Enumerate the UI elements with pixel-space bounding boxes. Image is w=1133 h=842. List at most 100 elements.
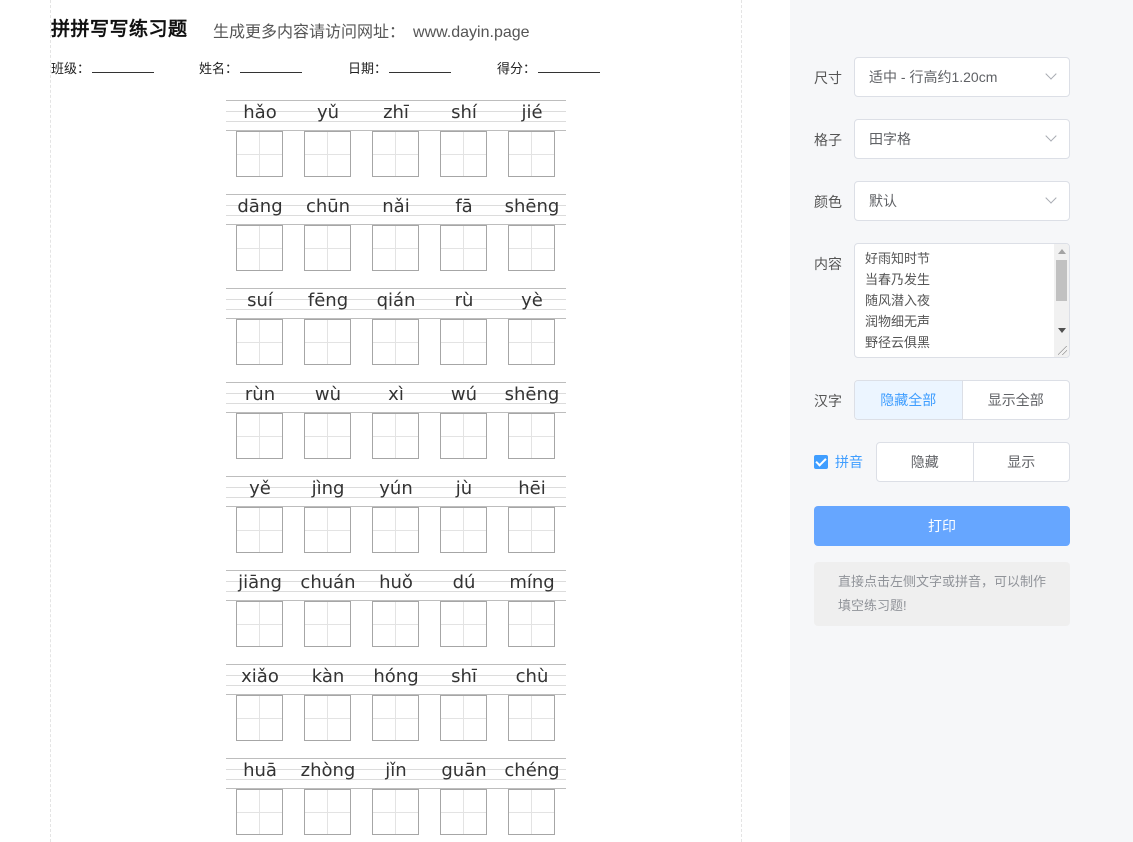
resize-handle-icon[interactable]	[1058, 346, 1067, 355]
tianzige-box[interactable]	[440, 413, 487, 459]
tianzige-box[interactable]	[304, 601, 351, 647]
scroll-down-arrow-icon[interactable]	[1058, 328, 1066, 333]
content-textarea[interactable]: 好雨知时节 当春乃发生 随风潜入夜 润物细无声 野径云俱黑	[854, 243, 1070, 358]
pinyin-text[interactable]: dú	[430, 572, 498, 593]
scroll-up-arrow-icon[interactable]	[1058, 249, 1066, 254]
tianzige-box[interactable]	[372, 601, 419, 647]
pinyin-text[interactable]: suí	[226, 290, 294, 311]
tianzige-box[interactable]	[372, 695, 419, 741]
pinyin-text[interactable]: chuán	[294, 572, 362, 593]
scroll-thumb[interactable]	[1056, 260, 1067, 301]
textarea-scrollbar[interactable]	[1054, 244, 1069, 357]
grid-select[interactable]: 田字格	[854, 119, 1070, 159]
pinyin-text[interactable]: chéng	[498, 760, 566, 781]
pinyin-text[interactable]: fēng	[294, 290, 362, 311]
tianzige-box[interactable]	[304, 789, 351, 835]
pinyin-text[interactable]: guān	[430, 760, 498, 781]
checkbox-checked-icon[interactable]	[814, 455, 828, 469]
pinyin-text[interactable]: yún	[362, 478, 430, 499]
tianzige-box[interactable]	[508, 131, 555, 177]
pinyin-text[interactable]: yǔ	[294, 102, 362, 123]
tianzige-box[interactable]	[508, 601, 555, 647]
tianzige-box[interactable]	[372, 413, 419, 459]
tianzige-box[interactable]	[508, 789, 555, 835]
pinyin-text[interactable]: wú	[430, 384, 498, 405]
tianzige-box[interactable]	[236, 319, 283, 365]
tianzige-box[interactable]	[304, 695, 351, 741]
tianzige-box[interactable]	[236, 695, 283, 741]
tianzige-box[interactable]	[440, 319, 487, 365]
tianzige-box[interactable]	[304, 319, 351, 365]
blank-line	[389, 61, 452, 73]
tianzige-box[interactable]	[508, 507, 555, 553]
pinyin-text[interactable]: nǎi	[362, 196, 430, 217]
tianzige-box[interactable]	[508, 319, 555, 365]
site-url[interactable]: www.dayin.page	[413, 24, 530, 41]
pinyin-text[interactable]: chù	[498, 666, 566, 687]
pinyin-checkbox-wrap[interactable]: 拼音	[814, 442, 863, 482]
tianzige-box[interactable]	[440, 131, 487, 177]
tianzige-box[interactable]	[440, 695, 487, 741]
tianzige-box[interactable]	[304, 131, 351, 177]
size-select[interactable]: 适中 - 行高约1.20cm	[854, 57, 1070, 97]
pinyin-text[interactable]: shī	[430, 666, 498, 687]
tianzige-box[interactable]	[440, 225, 487, 271]
tianzige-box[interactable]	[508, 413, 555, 459]
pinyin-text[interactable]: jìng	[294, 478, 362, 499]
pinyin-text[interactable]: shí	[430, 102, 498, 123]
tianzige-box[interactable]	[372, 507, 419, 553]
tianzige-box[interactable]	[304, 507, 351, 553]
pinyin-text[interactable]: zhòng	[294, 760, 362, 781]
pinyin-text[interactable]: huā	[226, 760, 294, 781]
pinyin-text[interactable]: rù	[430, 290, 498, 311]
tianzige-box[interactable]	[372, 319, 419, 365]
tianzige-box[interactable]	[236, 413, 283, 459]
pinyin-text[interactable]: dāng	[226, 196, 294, 217]
tianzige-box[interactable]	[236, 225, 283, 271]
pinyin-text[interactable]: xì	[362, 384, 430, 405]
pinyin-text[interactable]: rùn	[226, 384, 294, 405]
print-button[interactable]: 打印	[814, 506, 1070, 546]
pinyin-text[interactable]: yě	[226, 478, 294, 499]
tianzige-box[interactable]	[236, 789, 283, 835]
pinyin-text[interactable]: zhī	[362, 102, 430, 123]
pinyin-text[interactable]: jù	[430, 478, 498, 499]
tianzige-box[interactable]	[304, 225, 351, 271]
tianzige-box[interactable]	[440, 507, 487, 553]
tianzige-box[interactable]	[236, 131, 283, 177]
pinyin-text[interactable]: huǒ	[362, 572, 430, 593]
tianzige-box[interactable]	[372, 225, 419, 271]
pinyin-show-button[interactable]: 显示	[972, 443, 1070, 481]
tianzige-box[interactable]	[508, 695, 555, 741]
pinyin-text[interactable]: shēng	[498, 196, 566, 217]
pinyin-text[interactable]: hóng	[362, 666, 430, 687]
tianzige-box[interactable]	[304, 413, 351, 459]
tianzige-box[interactable]	[440, 789, 487, 835]
tianzige-box[interactable]	[508, 225, 555, 271]
pinyin-text[interactable]: jǐn	[362, 760, 430, 781]
pinyin-label[interactable]: 拼音	[835, 452, 863, 472]
pinyin-text[interactable]: yè	[498, 290, 566, 311]
pinyin-text[interactable]: shēng	[498, 384, 566, 405]
tianzige-box[interactable]	[440, 601, 487, 647]
hanzi-hide-all-button[interactable]: 隐藏全部	[855, 381, 962, 419]
tianzige-box[interactable]	[372, 131, 419, 177]
pinyin-text[interactable]: jié	[498, 102, 566, 123]
tianzige-box[interactable]	[236, 601, 283, 647]
pinyin-text[interactable]: wù	[294, 384, 362, 405]
pinyin-text[interactable]: hǎo	[226, 102, 294, 123]
pinyin-text[interactable]: kàn	[294, 666, 362, 687]
pinyin-text[interactable]: chūn	[294, 196, 362, 217]
hanzi-show-all-button[interactable]: 显示全部	[961, 381, 1070, 419]
color-select[interactable]: 默认	[854, 181, 1070, 221]
color-row: 颜色 默认	[814, 181, 1070, 221]
pinyin-text[interactable]: qián	[362, 290, 430, 311]
pinyin-text[interactable]: míng	[498, 572, 566, 593]
pinyin-text[interactable]: hēi	[498, 478, 566, 499]
pinyin-hide-button[interactable]: 隐藏	[877, 443, 973, 481]
pinyin-text[interactable]: xiǎo	[226, 666, 294, 687]
tianzige-box[interactable]	[236, 507, 283, 553]
tianzige-box[interactable]	[372, 789, 419, 835]
pinyin-text[interactable]: fā	[430, 196, 498, 217]
pinyin-text[interactable]: jiāng	[226, 572, 294, 593]
